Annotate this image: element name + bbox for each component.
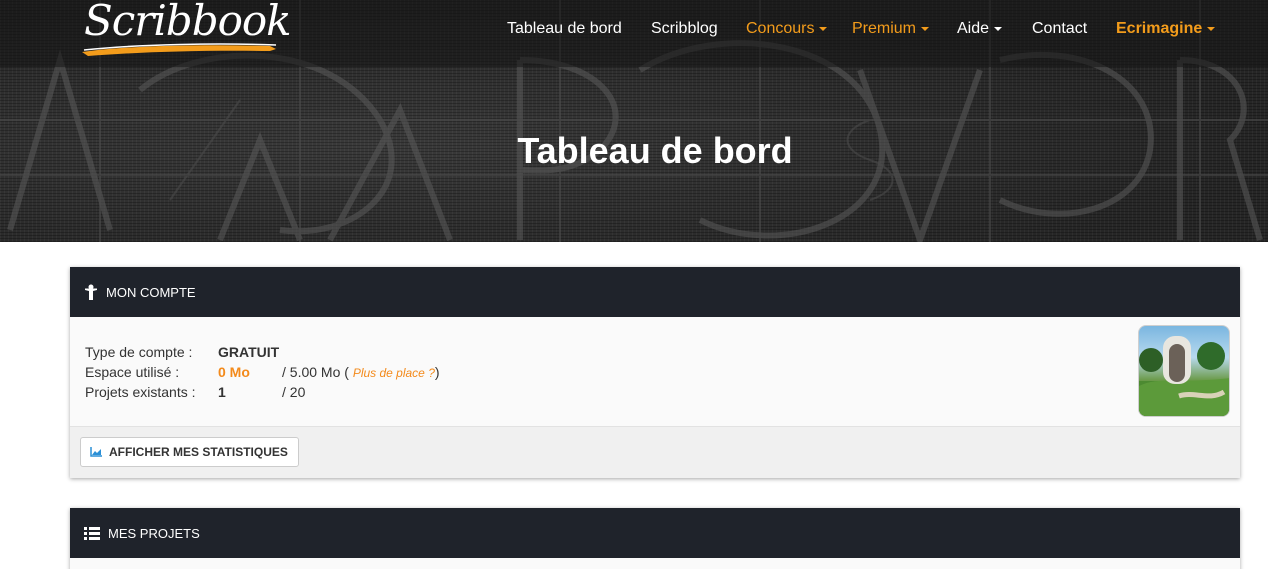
- space-total-prefix: / 5.00 Mo (: [282, 364, 349, 380]
- account-type-label: Type de compte :: [85, 344, 193, 360]
- projects-count-label: Projets existants :: [85, 384, 196, 400]
- scribbook-logo[interactable]: Scribbook: [80, 0, 292, 60]
- space-used-label: Espace utilisé :: [85, 364, 180, 380]
- space-used-value: 0 Mo: [218, 364, 250, 380]
- caret-down-icon: [994, 26, 1003, 31]
- avatar[interactable]: [1138, 325, 1230, 417]
- projects-panel-title: MES PROJETS: [108, 525, 200, 541]
- space-total-suffix: ): [434, 364, 440, 380]
- nav-scribblog[interactable]: Scribblog: [651, 20, 718, 42]
- projects-count-value: 1: [218, 384, 226, 400]
- show-statistics-button[interactable]: AFFICHER MES STATISTIQUES: [80, 437, 299, 467]
- avatar-garden-image: [1139, 336, 1229, 416]
- more-space-link[interactable]: Plus de place ?: [353, 366, 435, 380]
- hero-banner: Scribbook Tableau de bord Scribblog Conc…: [0, 0, 1268, 242]
- logo-pen-swoosh-icon: [82, 43, 277, 56]
- nav-aide[interactable]: Aide: [957, 20, 1003, 42]
- caret-down-icon: [1207, 26, 1216, 31]
- caret-down-icon: [921, 26, 930, 31]
- show-statistics-label: AFFICHER MES STATISTIQUES: [109, 445, 288, 459]
- account-details: Type de compte : GRATUIT Espace utilisé …: [70, 317, 1240, 427]
- projects-total: / 20: [282, 384, 306, 400]
- person-icon: [85, 284, 97, 300]
- page-title: Tableau de bord: [517, 130, 793, 171]
- nav-premium[interactable]: Premium: [852, 20, 930, 42]
- projects-panel: MES PROJETS: [70, 508, 1240, 569]
- account-panel: MON COMPTE Type de compte : GRATUIT Espa…: [70, 267, 1240, 478]
- account-panel-footer: AFFICHER MES STATISTIQUES: [70, 427, 1240, 478]
- projects-panel-body: [70, 558, 1240, 569]
- logo-text: Scribbook: [84, 0, 292, 45]
- projects-panel-header: MES PROJETS: [70, 508, 1240, 558]
- caret-down-icon: [819, 26, 828, 31]
- nav-tableau-de-bord[interactable]: Tableau de bord: [507, 20, 622, 42]
- account-panel-title: MON COMPTE: [106, 284, 196, 300]
- chart-icon: [90, 447, 102, 457]
- list-icon: [84, 526, 100, 540]
- account-panel-header: MON COMPTE: [70, 267, 1240, 317]
- nav-concours[interactable]: Concours: [746, 20, 828, 42]
- nav-ecrimagine[interactable]: Ecrimagine: [1116, 20, 1216, 42]
- nav-contact[interactable]: Contact: [1032, 20, 1087, 42]
- account-type-value: GRATUIT: [218, 344, 280, 360]
- space-total: / 5.00 Mo ( Plus de place ?): [282, 364, 440, 380]
